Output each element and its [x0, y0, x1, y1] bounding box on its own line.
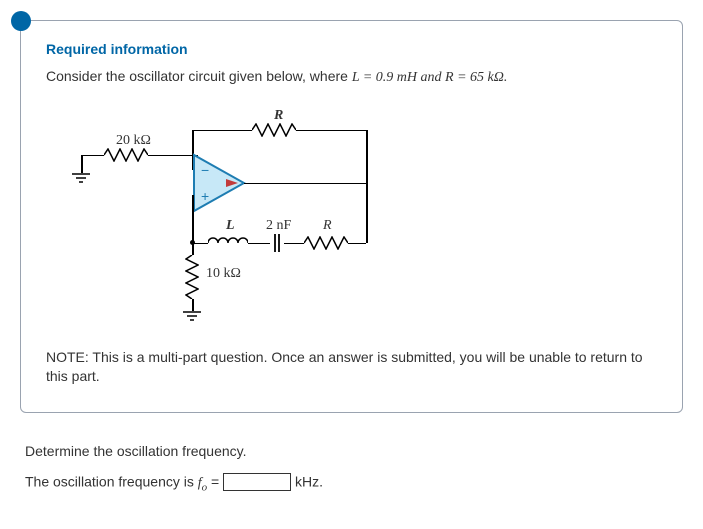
circuit-diagram: R 20 kΩ [76, 108, 406, 328]
prompt-vars: L = 0.9 mH and R = 65 kΩ. [352, 70, 508, 85]
info-icon [11, 11, 31, 31]
question-area: Determine the oscillation frequency. The… [20, 443, 683, 493]
r-right-label: R [323, 218, 332, 234]
prompt-text: Consider the oscillator circuit given be… [46, 67, 657, 88]
prompt-lead: Consider the oscillator circuit given be… [46, 68, 352, 84]
cap-label: 2 nF [266, 218, 291, 234]
q-unit: kHz. [291, 473, 323, 489]
ground-left-icon [72, 173, 90, 185]
question-line1: Determine the oscillation frequency. [25, 443, 683, 459]
opamp-icon: − + [192, 153, 246, 216]
question-line2: The oscillation frequency is fo = kHz. [25, 473, 683, 493]
svg-text:+: + [201, 188, 209, 204]
q-eq: = [207, 473, 223, 489]
note-text: NOTE: This is a multi-part question. Onc… [46, 348, 657, 387]
q-lead: The oscillation frequency is [25, 473, 198, 489]
svg-text:−: − [201, 162, 209, 178]
answer-input[interactable] [223, 473, 291, 491]
problem-card: Required information Consider the oscill… [20, 20, 683, 413]
ground-resistor-label: 10 kΩ [206, 266, 241, 282]
r-top-label: R [274, 108, 283, 124]
input-resistor-label: 20 kΩ [116, 133, 151, 149]
inductor-label: L [226, 218, 235, 234]
section-title: Required information [46, 41, 657, 57]
